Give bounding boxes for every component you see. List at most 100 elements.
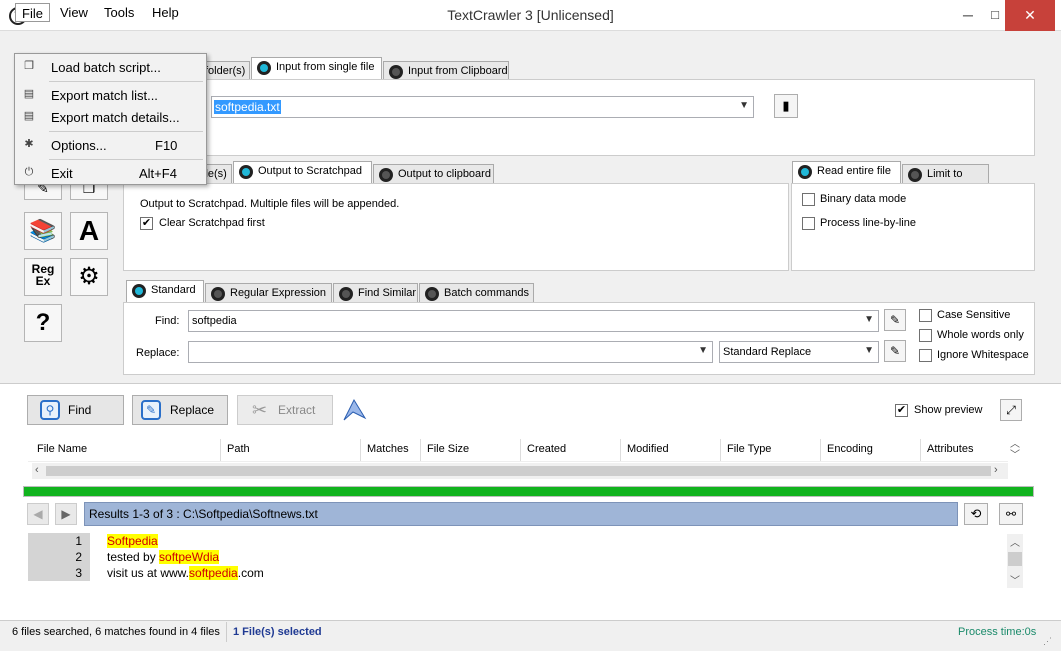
sidebar-button-settings[interactable]: ⚙ <box>70 258 108 296</box>
file-menu-dropdown: ❐ Load batch script... ▤ Export match li… <box>14 53 207 185</box>
menu-load-batch-script[interactable]: ❐ Load batch script... <box>16 56 205 78</box>
scroll-thumb[interactable] <box>1008 552 1022 566</box>
table-vscroll[interactable]: ︿ ﹀ <box>1010 439 1020 461</box>
column-file-type[interactable]: File Type <box>727 443 771 458</box>
maximize-button[interactable]: □ <box>985 0 1005 31</box>
tab-read-entire-file[interactable]: Read entire file <box>792 161 901 183</box>
browse-file-button[interactable]: ▮ <box>774 94 798 118</box>
sidebar-button-regex[interactable]: Reg Ex <box>24 258 62 296</box>
menu-tools[interactable]: Tools <box>98 3 140 22</box>
line-number: 2 <box>75 550 82 564</box>
sidebar-button-library[interactable]: 📚 <box>24 212 62 250</box>
scroll-thumb[interactable] <box>46 466 991 476</box>
clear-scratchpad-checkbox[interactable]: ✔ <box>140 217 153 230</box>
edit-icon: ✎ <box>141 400 161 420</box>
replace-mode-select[interactable]: Standard Replace ▼ <box>719 341 879 363</box>
menu-options[interactable]: ✱ Options... F10 <box>16 134 205 156</box>
menu-file[interactable]: File <box>15 3 50 22</box>
extract-button[interactable]: ✂ Extract <box>237 395 333 425</box>
whole-words-checkbox[interactable] <box>919 329 932 342</box>
chevron-down-icon: ▼ <box>864 345 874 356</box>
resize-grip-icon[interactable]: ⋰ <box>1043 636 1052 647</box>
menu-help[interactable]: Help <box>146 3 185 22</box>
tab-output-clipboard[interactable]: Output to clipboard <box>373 164 494 184</box>
binoculars-button[interactable]: ⚯ <box>999 503 1023 525</box>
windows-icon: ❐ <box>24 60 34 72</box>
sidebar-button-font[interactable]: A <box>70 212 108 250</box>
chevron-down-icon: ﹀ <box>1010 576 1020 587</box>
show-preview-checkbox[interactable]: ✔ <box>895 404 908 417</box>
replace-button[interactable]: ✎ Replace <box>132 395 228 425</box>
input-file-combo[interactable]: softpedia.txt ▼ <box>211 96 754 118</box>
find-button[interactable]: ⚲ Find <box>27 395 124 425</box>
menu-exit[interactable]: ⏻ Exit Alt+F4 <box>16 162 205 184</box>
close-button[interactable]: ✕ <box>1005 0 1055 31</box>
chevron-down-icon: ﹀ <box>1010 450 1020 461</box>
column-matches[interactable]: Matches <box>367 443 409 458</box>
status-process-time: Process time:0s <box>958 626 1037 638</box>
scissors-icon: ✂ <box>252 400 268 420</box>
edit-replace-button[interactable]: ✎ <box>884 340 906 362</box>
search-icon: ⚲ <box>40 400 60 420</box>
radio-icon <box>379 168 393 182</box>
refresh-button[interactable]: ⟲ <box>964 503 988 525</box>
tab-input-single-file[interactable]: Input from single file <box>251 57 382 79</box>
tab-search-standard[interactable]: Standard <box>126 280 204 302</box>
gear-icon: ✱ <box>24 138 34 150</box>
table-hscroll[interactable]: ‹ › <box>32 463 1008 479</box>
tab-search-similar[interactable]: Find Similar <box>333 283 418 303</box>
column-encoding[interactable]: Encoding <box>827 443 873 458</box>
line-by-line-label: Process line-by-line <box>820 217 916 229</box>
preview-vscroll[interactable]: ︿ ﹀ <box>1007 534 1023 588</box>
tab-search-batch[interactable]: Batch commands <box>419 283 534 303</box>
chevron-left-icon: ‹ <box>35 464 39 476</box>
sidebar-button-help[interactable]: ? <box>24 304 62 342</box>
case-sensitive-checkbox[interactable] <box>919 309 932 322</box>
radio-selected-icon <box>798 165 812 179</box>
replace-input[interactable]: ▼ <box>188 341 713 363</box>
status-summary: 6 files searched, 6 matches found in 4 f… <box>12 626 220 638</box>
line-by-line-checkbox[interactable] <box>802 217 815 230</box>
minimize-button[interactable]: ─ <box>948 0 988 31</box>
ignore-whitespace-checkbox[interactable] <box>919 349 932 362</box>
tab-input-clipboard[interactable]: Input from Clipboard <box>383 61 509 81</box>
menu-view[interactable]: View <box>54 3 94 22</box>
results-info-bar: Results 1-3 of 3 : C:\Softpedia\Softnews… <box>84 502 958 526</box>
case-sensitive-label: Case Sensitive <box>937 309 1011 321</box>
column-file-name[interactable]: File Name <box>37 443 87 458</box>
menu-export-match-details[interactable]: ▤ Export match details... <box>16 106 205 128</box>
menu-separator <box>49 131 203 132</box>
edit-find-button[interactable]: ✎ <box>884 309 906 331</box>
show-preview-label: Show preview <box>914 404 983 416</box>
tab-output-scratchpad[interactable]: Output to Scratchpad <box>233 161 372 183</box>
next-result-button[interactable]: ▶ <box>55 503 77 525</box>
save-icon: ▤ <box>23 110 35 122</box>
prev-result-button[interactable]: ◀ <box>27 503 49 525</box>
column-created[interactable]: Created <box>527 443 566 458</box>
expand-button[interactable]: ⤢ <box>1000 399 1022 421</box>
replace-label: Replace: <box>136 347 180 359</box>
tab-search-regex[interactable]: Regular Expression <box>205 283 332 303</box>
tab-input-folders[interactable]: folder(s) <box>200 61 250 81</box>
regex-icon: Ex <box>35 274 51 288</box>
tab-read-limit-lines[interactable]: Limit to lines <box>902 164 989 199</box>
radio-selected-icon <box>239 165 253 179</box>
column-path[interactable]: Path <box>227 443 250 458</box>
column-file-size[interactable]: File Size <box>427 443 469 458</box>
help-icon: ? <box>35 309 51 336</box>
menu-export-match-list[interactable]: ▤ Export match list... <box>16 84 205 106</box>
find-label: Find: <box>155 315 180 327</box>
match-highlight: softpedia <box>189 566 238 580</box>
preview-line: visit us at www.softpedia.com <box>107 566 264 580</box>
book-icon: 📚 <box>29 218 57 243</box>
progress-bar <box>23 486 1034 497</box>
preview-line: Softpedia <box>107 534 158 548</box>
check-icon: ✔ <box>896 404 907 416</box>
find-input[interactable]: softpedia ▼ <box>188 310 879 332</box>
binary-mode-checkbox[interactable] <box>802 193 815 206</box>
edit-icon: ✎ <box>889 313 901 327</box>
column-attributes[interactable]: Attributes <box>927 443 973 458</box>
column-modified[interactable]: Modified <box>627 443 669 458</box>
menu-bar <box>0 31 1061 53</box>
flag-button[interactable] <box>341 396 367 422</box>
